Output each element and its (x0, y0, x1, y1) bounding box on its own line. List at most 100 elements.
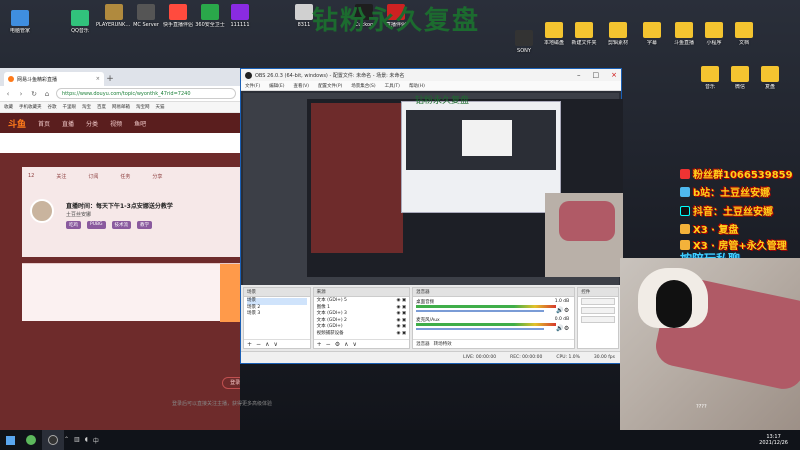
close-tab-icon[interactable]: × (96, 76, 100, 82)
streamer-avatar[interactable] (30, 199, 54, 223)
volume-icon[interactable]: ◖ (85, 436, 88, 445)
obs-menu-item[interactable]: 编辑(E) (269, 83, 284, 89)
douyu-logo[interactable]: 斗鱼 (8, 117, 26, 130)
add-icon[interactable]: + (247, 341, 252, 348)
bookmark-item[interactable]: 天猫 (156, 104, 165, 110)
chevron-up-icon[interactable]: ⌃ (64, 436, 69, 445)
app-icon (675, 22, 693, 38)
site-nav-item[interactable]: 首页 (38, 119, 50, 128)
desktop-icon[interactable]: 剪辑素材 (600, 22, 636, 46)
desktop-icon[interactable]: 复盘 (752, 66, 788, 90)
panel-action[interactable]: 任务 (120, 173, 130, 180)
taskbar-browser[interactable] (20, 430, 42, 450)
gear-icon[interactable]: ⚙ (335, 341, 340, 348)
refresh-icon[interactable]: ↻ (30, 90, 38, 98)
visibility-lock-icon[interactable]: ◉ ▣ (397, 331, 407, 338)
network-icon[interactable]: ▥ (74, 436, 80, 445)
stream-title: 直播时间：每天下午1-3点安娜送分教学 (66, 203, 173, 210)
app-icon (575, 22, 593, 38)
site-nav-item[interactable]: 视频 (110, 119, 122, 128)
desktop-icon[interactable]: 文档 (726, 22, 762, 46)
bookmark-item[interactable]: 千里眼 (63, 104, 77, 110)
level-meter (416, 305, 557, 308)
preview-browser-capture (311, 103, 403, 253)
desktop-icon[interactable]: 电脑管家 (2, 10, 38, 34)
desktop-icon[interactable]: 快手直播伴侣 (160, 4, 196, 28)
obs-preview[interactable]: 钻粉永久复盘 (243, 93, 623, 285)
bookmark-item[interactable]: 淘宝网 (136, 104, 150, 110)
desktop-icon[interactable]: 111111 (222, 4, 258, 28)
desktop-icon[interactable]: MC Server (128, 4, 164, 28)
remove-icon[interactable]: − (326, 341, 331, 348)
back-icon[interactable]: ‹ (4, 90, 12, 98)
stream-tag[interactable]: 吃鸡 (66, 221, 81, 229)
move-up-icon[interactable]: ∧ (265, 341, 269, 348)
bookmark-item[interactable]: 收藏 (4, 104, 13, 110)
bookmark-item[interactable]: 百度 (97, 104, 106, 110)
obs-menu-item[interactable]: 场景集合(S) (351, 83, 375, 89)
stream-tag[interactable]: 技术流 (111, 221, 132, 229)
scene-item[interactable]: 场景 3 (247, 311, 307, 318)
bookmark-item[interactable]: 谷歌 (48, 104, 57, 110)
site-nav-item[interactable]: 鱼吧 (134, 119, 146, 128)
browser-tab[interactable]: 网易斗鱼精彩直播 × (4, 72, 104, 86)
volume-slider[interactable] (416, 310, 545, 312)
obs-menu-item[interactable]: 工具(T) (385, 83, 400, 89)
panel-action[interactable]: 分享 (152, 173, 162, 180)
desktop-icon[interactable]: PLAYERUNKNOWN'S BATTLEGROUNDS (96, 4, 132, 28)
start-recording-button[interactable] (581, 307, 615, 314)
taskbar-obs[interactable] (42, 430, 64, 450)
close-icon[interactable]: × (611, 71, 617, 79)
desktop-icon[interactable]: QQ音乐 (62, 10, 98, 34)
login-button[interactable]: 登录/注册 (222, 377, 240, 389)
remove-icon[interactable]: − (256, 341, 261, 348)
stream-tag[interactable]: PUBG (87, 221, 106, 229)
dock-tab[interactable]: 转场特效 (434, 341, 452, 347)
settings-button[interactable] (581, 316, 615, 323)
bookmark-item[interactable]: 淘宝 (82, 104, 91, 110)
volume-slider[interactable] (416, 328, 545, 330)
obs-title-bar: OBS 26.0.3 (64-bit, windows) - 配置文件: 未命名… (241, 69, 621, 81)
move-down-icon[interactable]: ∨ (353, 341, 357, 348)
bookmark-item[interactable]: 网易邮箱 (112, 104, 130, 110)
maximize-icon[interactable]: □ (593, 71, 600, 79)
add-icon[interactable]: + (317, 341, 322, 348)
url-input[interactable]: https://www.douyu.com/topic/wyonthk_47ri… (56, 88, 236, 99)
panel-action[interactable]: 关注 (56, 173, 66, 180)
desktop-icon-label: MC Server (133, 22, 159, 28)
obs-menu-item[interactable]: 帮助(H) (409, 83, 425, 89)
panel-action[interactable]: 12 (28, 173, 34, 180)
home-icon[interactable]: ⌂ (43, 90, 51, 98)
new-tab-button[interactable]: + (104, 72, 116, 86)
speaker-gear-icon[interactable]: 🔊⚙ (556, 307, 569, 314)
site-nav-item[interactable]: 分类 (86, 119, 98, 128)
obs-menu-item[interactable]: 配置文件(P) (318, 83, 342, 89)
source-item[interactable]: 视频捕获设备 ◉ ▣ (317, 331, 406, 338)
controls-header: 控件 (578, 288, 618, 297)
move-up-icon[interactable]: ∧ (344, 341, 348, 348)
obs-window: OBS 26.0.3 (64-bit, windows) - 配置文件: 未命名… (240, 68, 623, 364)
taskbar-clock[interactable]: 13:17 2021/12/26 (759, 434, 800, 446)
desktop-icon[interactable]: 字幕 (634, 22, 670, 46)
minimize-icon[interactable]: – (577, 71, 581, 79)
douyu-favicon-icon (8, 76, 14, 82)
app-icon (761, 66, 779, 82)
move-down-icon[interactable]: ∨ (273, 341, 277, 348)
mixer-header: 混音器 (413, 288, 575, 297)
sources-dock: 来源 文本 (GDI+) 5 ◉ ▣ 图像 1 ◉ ▣ 文本 (GDI+) 3 ◉ ▣ 文本… (312, 287, 411, 349)
system-tray: ⌃ ▥ ◖ 中 (64, 436, 107, 445)
panel-action[interactable]: 订阅 (88, 173, 98, 180)
bookmark-item[interactable]: 手机收藏夹 (19, 104, 42, 110)
start-button[interactable] (0, 430, 20, 450)
ime-icon[interactable]: 中 (93, 436, 99, 445)
dock-tab[interactable]: 混音器 (416, 341, 430, 347)
streamer-name[interactable]: 土豆丝安娜 (66, 211, 91, 218)
obs-menu-item[interactable]: 文件(F) (245, 83, 260, 89)
obs-menu-item[interactable]: 查看(V) (293, 83, 309, 89)
start-streaming-button[interactable] (581, 298, 615, 305)
site-nav-item[interactable]: 直播 (62, 119, 74, 128)
stream-tag[interactable]: 教学 (137, 221, 153, 229)
desktop-icon[interactable]: 新建文件夹 (566, 22, 602, 46)
speaker-gear-icon[interactable]: 🔊⚙ (556, 325, 569, 332)
forward-icon[interactable]: › (17, 90, 25, 98)
